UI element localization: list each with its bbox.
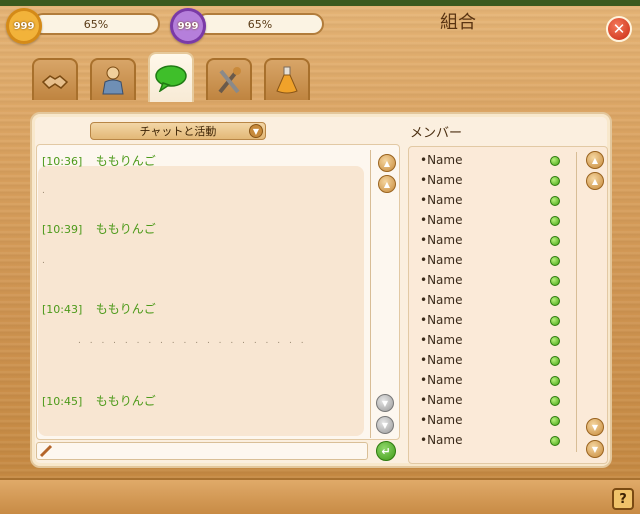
chat-scroll-up-button[interactable]: ▲: [378, 175, 396, 193]
question-icon: ?: [619, 491, 627, 507]
up-icon: ▲: [591, 176, 599, 186]
handshake-icon: [41, 75, 69, 89]
top-strip: [0, 0, 640, 6]
online-status-icon: [550, 396, 560, 406]
potion-icon: [276, 66, 298, 94]
online-status-icon: [550, 156, 560, 166]
online-status-icon: [550, 296, 560, 306]
send-button[interactable]: ↵: [376, 441, 396, 461]
faded-text: . . . . . . . . . . . . . . . . . . . .: [78, 336, 307, 346]
online-status-icon: [550, 336, 560, 346]
chat-message: [10:43] ももりんご: [42, 300, 156, 317]
message-time: [10:36]: [42, 155, 83, 168]
member-scroll-down-button[interactable]: ▼: [586, 418, 604, 436]
chat-message: [10:45] ももりんご: [42, 392, 156, 409]
double-up-icon: ▲: [591, 155, 599, 165]
member-name[interactable]: •Name: [420, 373, 462, 387]
faded-text: .: [42, 186, 48, 196]
member-scroll-top-button[interactable]: ▲: [586, 151, 604, 169]
member-name[interactable]: •Name: [420, 153, 462, 167]
double-up-icon: ▲: [383, 158, 391, 168]
tools-icon: [218, 67, 241, 94]
faded-text: .: [42, 256, 48, 266]
down-icon: ▼: [591, 422, 599, 432]
member-name[interactable]: •Name: [420, 313, 462, 327]
online-status-icon: [550, 216, 560, 226]
help-button[interactable]: ?: [612, 488, 634, 510]
member-name[interactable]: •Name: [420, 253, 462, 267]
online-status-icon: [550, 316, 560, 326]
chat-scroll-bottom-button[interactable]: ▼: [376, 416, 394, 434]
member-name[interactable]: •Name: [420, 213, 462, 227]
online-status-icon: [550, 256, 560, 266]
chat-filter-dropdown[interactable]: チャットと活動 ▼: [90, 122, 266, 140]
member-name[interactable]: •Name: [420, 433, 462, 447]
chevron-down-icon: ▼: [249, 124, 263, 138]
message-author: ももりんご: [95, 394, 156, 408]
member-name[interactable]: •Name: [420, 353, 462, 367]
tab-members[interactable]: [90, 58, 136, 100]
member-name[interactable]: •Name: [420, 233, 462, 247]
chat-input[interactable]: [36, 442, 368, 460]
chat-message: [10:36] ももりんご: [42, 152, 156, 169]
online-status-icon: [550, 356, 560, 366]
message-time: [10:39]: [42, 223, 83, 236]
message-time: [10:43]: [42, 303, 83, 316]
member-scroll-up-button[interactable]: ▲: [586, 172, 604, 190]
online-status-icon: [550, 436, 560, 446]
message-author: ももりんご: [95, 222, 156, 236]
message-author: ももりんご: [95, 154, 156, 168]
message-author: ももりんご: [95, 302, 156, 316]
bottom-bar: [0, 478, 640, 514]
member-icon: [102, 66, 124, 95]
tab-alliance[interactable]: [32, 58, 78, 100]
tab-potion[interactable]: [264, 58, 310, 100]
online-status-icon: [550, 176, 560, 186]
member-name[interactable]: •Name: [420, 293, 462, 307]
online-status-icon: [550, 376, 560, 386]
double-down-icon: ▼: [381, 420, 389, 430]
enter-arrow-icon: ↵: [381, 444, 391, 458]
chat-scroll-down-button[interactable]: ▼: [376, 394, 394, 412]
member-name[interactable]: •Name: [420, 413, 462, 427]
online-status-icon: [550, 196, 560, 206]
member-scroll-track: [576, 152, 577, 452]
chat-bubble-icon: [155, 65, 187, 92]
tab-chat[interactable]: [148, 52, 194, 102]
progress-pill-2: 65%: [196, 13, 324, 35]
double-down-icon: ▼: [591, 444, 599, 454]
member-scroll-bottom-button[interactable]: ▼: [586, 440, 604, 458]
window-title: 組合: [440, 12, 476, 33]
member-name[interactable]: •Name: [420, 393, 462, 407]
chat-message: [10:39] ももりんご: [42, 220, 156, 237]
chat-filter-label: チャットと活動: [139, 125, 217, 138]
progress-pill-1: 65%: [32, 13, 160, 35]
online-status-icon: [550, 276, 560, 286]
message-time: [10:45]: [42, 395, 83, 408]
member-name[interactable]: •Name: [420, 173, 462, 187]
star-icon: 999: [6, 8, 42, 44]
members-title: メンバー: [410, 126, 463, 141]
member-name[interactable]: •Name: [420, 193, 462, 207]
house-icon: 999: [170, 8, 206, 44]
pencil-icon: [39, 444, 53, 458]
member-name[interactable]: •Name: [420, 333, 462, 347]
down-icon: ▼: [381, 398, 389, 408]
up-icon: ▲: [383, 179, 391, 189]
online-status-icon: [550, 416, 560, 426]
tab-tools[interactable]: [206, 58, 252, 100]
online-status-icon: [550, 236, 560, 246]
close-icon: ✕: [612, 20, 626, 38]
chat-scroll-track: [370, 150, 371, 438]
chat-scroll-top-button[interactable]: ▲: [378, 154, 396, 172]
close-button[interactable]: ✕: [606, 16, 632, 42]
member-name[interactable]: •Name: [420, 273, 462, 287]
